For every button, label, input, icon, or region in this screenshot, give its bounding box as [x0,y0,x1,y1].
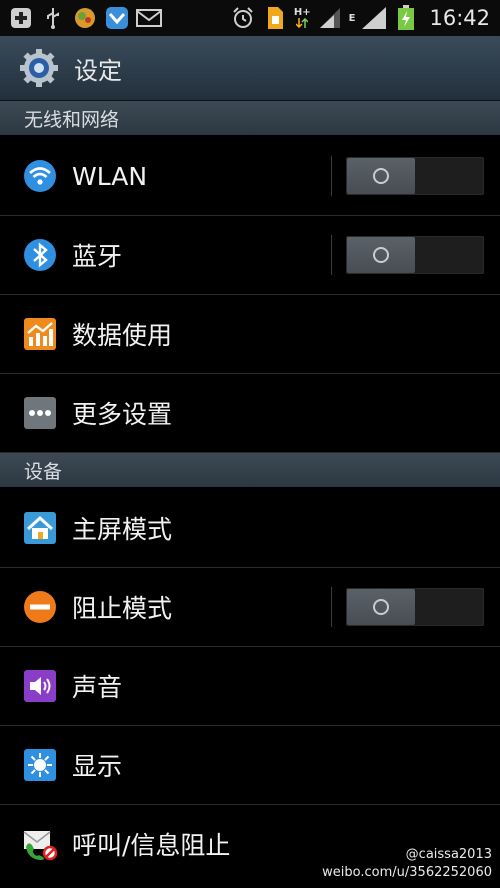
network-type-label: H+ [293,7,311,18]
divider [331,156,332,196]
app-icon [72,6,98,30]
row-label: WLAN [72,161,148,191]
divider [331,235,332,275]
section-label: 设备 [24,460,63,483]
shield-app-icon [104,6,130,30]
page-title: 设定 [74,56,122,85]
settings-row-data-usage[interactable]: 数据使用 [0,295,500,374]
battery-charging-icon [393,5,419,30]
status-bar: H+ E 16:42 [0,0,500,36]
block-mode-icon [22,589,58,625]
row-label: 声音 [72,673,123,702]
signal2-icon [361,6,387,30]
row-label: 显示 [72,752,123,781]
row-label: 蓝牙 [72,242,123,271]
settings-gear-icon[interactable] [18,47,60,89]
alarm-icon [230,6,256,30]
display-icon [22,747,58,783]
settings-row-bluetooth[interactable]: 蓝牙 [0,216,500,295]
home-screen-icon [22,510,58,546]
watermark: @caissa2013 weibo.com/u/3562252060 [322,846,492,882]
row-label: 主屏模式 [72,515,173,544]
settings-row-sound[interactable]: 声音 [0,647,500,726]
settings-row-block-mode[interactable]: 阻止模式 [0,568,500,647]
section-header-wireless: 无线和网络 [0,101,500,135]
row-label: 更多设置 [72,400,173,429]
wifi-icon [22,158,58,194]
section-label: 无线和网络 [24,108,120,131]
sim-icon [262,6,288,30]
more-icon [22,395,58,431]
watermark-url: weibo.com/u/3562252060 [322,865,492,880]
add-icon [8,6,34,30]
bluetooth-toggle[interactable] [346,236,484,274]
settings-row-wlan[interactable]: WLAN [0,137,500,216]
row-label: 数据使用 [72,321,173,350]
signal-icon [317,6,343,30]
clock: 16:42 [429,6,490,30]
data-usage-icon [22,316,58,352]
block-mode-toggle[interactable] [346,588,484,626]
row-label: 呼叫/信息阻止 [72,831,231,860]
mail-icon [136,6,162,30]
settings-row-more-settings[interactable]: 更多设置 [0,374,500,453]
section-header-device: 设备 [0,453,500,487]
network-e-label: E [348,13,356,24]
data-arrows-icon [296,18,309,28]
watermark-handle: @caissa2013 [405,847,492,862]
divider [331,587,332,627]
action-bar: 设定 [0,36,500,101]
usb-icon [40,6,66,30]
sound-icon [22,668,58,704]
bluetooth-icon [22,237,58,273]
row-label: 阻止模式 [72,594,173,623]
network-type: H+ [294,8,311,28]
settings-row-display[interactable]: 显示 [0,726,500,805]
settings-row-home-screen-mode[interactable]: 主屏模式 [0,489,500,568]
wlan-toggle[interactable] [346,157,484,195]
call-block-icon [22,826,58,862]
